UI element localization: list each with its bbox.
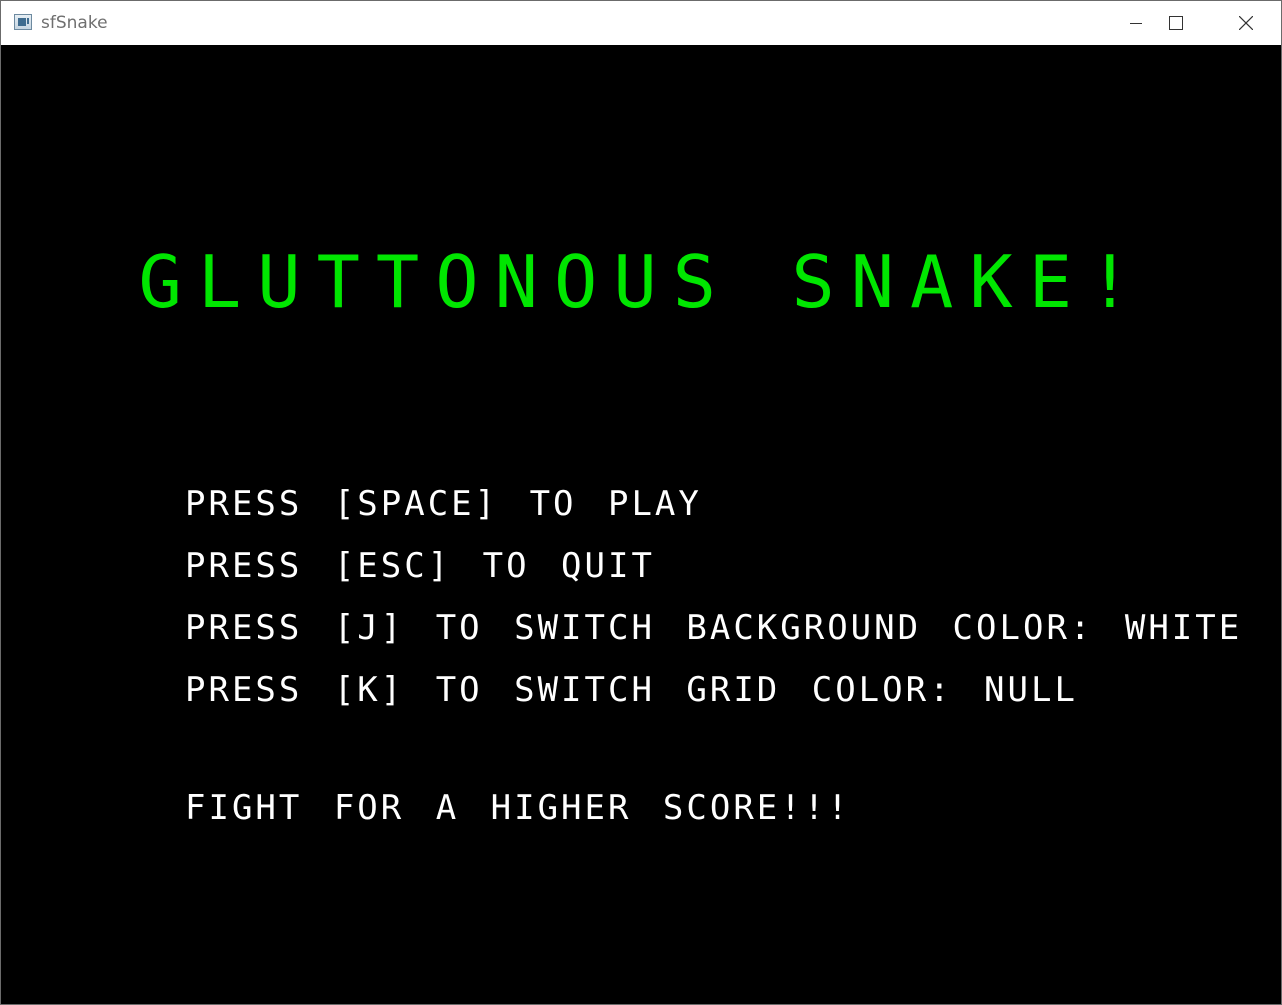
game-title: GLUTTONOUS SNAKE! xyxy=(138,240,1148,324)
maximize-icon xyxy=(1169,16,1183,30)
minimize-icon xyxy=(1130,23,1142,24)
close-icon xyxy=(1239,16,1253,30)
close-button[interactable] xyxy=(1223,1,1269,45)
instruction-play: PRESS [SPACE] TO PLAY xyxy=(185,484,702,524)
window-title: sfSnake xyxy=(41,13,108,33)
instruction-grid-color: PRESS [K] TO SWITCH GRID COLOR: NULL xyxy=(185,670,1078,710)
maximize-button[interactable] xyxy=(1153,1,1199,45)
instruction-list: PRESS [SPACE] TO PLAY PRESS [ESC] TO QUI… xyxy=(185,473,1242,721)
slogan: FIGHT FOR A HIGHER SCORE!!! xyxy=(185,788,851,828)
game-canvas[interactable]: GLUTTONOUS SNAKE! PRESS [SPACE] TO PLAY … xyxy=(1,45,1281,1004)
app-window-icon xyxy=(14,14,32,30)
instruction-background-color: PRESS [J] TO SWITCH BACKGROUND COLOR: WH… xyxy=(185,608,1243,648)
title-bar[interactable]: sfSnake xyxy=(1,1,1281,45)
app-window: sfSnake GLUTTONOUS SNAKE! PRESS [SPACE] … xyxy=(0,0,1282,1005)
instruction-quit: PRESS [ESC] TO QUIT xyxy=(185,546,655,586)
